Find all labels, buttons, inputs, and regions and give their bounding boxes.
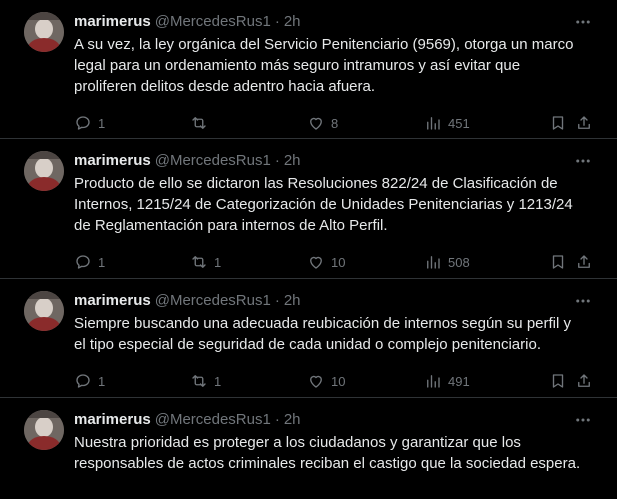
more-horizontal-icon [576,20,590,24]
avatar[interactable] [24,291,64,331]
share-icon [578,255,590,268]
retweet-count: 1 [214,373,222,389]
bookmark-button[interactable] [549,253,567,271]
timestamp[interactable]: 2h [284,12,301,32]
more-options-button[interactable] [573,12,593,32]
reply-icon [76,255,90,269]
tweet-header: marimerus @MercedesRus1 · 2h [74,151,601,171]
heart-icon [310,256,322,269]
reply-count: 1 [98,373,106,389]
display-name[interactable]: marimerus [74,410,151,430]
share-icon [578,116,590,129]
like-count: 10 [331,373,346,389]
more-horizontal-icon [576,159,590,163]
more-horizontal-icon [576,299,590,303]
reply-button[interactable]: 1 [74,372,190,390]
display-name[interactable]: marimerus [74,151,151,171]
separator: · [274,152,280,169]
more-options-button[interactable] [573,291,593,311]
timestamp[interactable]: 2h [284,151,301,171]
tweet-text: Siempre buscando una adecuada reubicació… [74,315,571,353]
user-handle[interactable]: @MercedesRus1 [155,12,271,32]
more-options-button[interactable] [573,410,593,430]
like-button[interactable]: 8 [307,114,424,132]
tweet-header: marimerus @MercedesRus1 · 2h [74,12,601,32]
tweet[interactable]: marimerus @MercedesRus1 · 2h Nuestra pri… [0,398,617,499]
bookmark-button[interactable] [549,114,567,132]
share-button[interactable] [575,372,593,390]
bookmark-icon [552,255,564,269]
tweet-feed: marimerus @MercedesRus1 · 2h A su vez, l… [0,0,617,499]
reply-button[interactable]: 1 [74,253,190,271]
retweet-icon [192,256,206,268]
user-handle[interactable]: @MercedesRus1 [155,291,271,311]
tweet-actions: 1 1 10 508 [74,244,601,280]
retweet-button[interactable] [190,114,307,132]
separator: · [274,411,280,428]
share-icon [578,374,590,387]
views-button[interactable]: 451 [424,114,544,132]
bookmark-icon [552,116,564,130]
views-icon [427,256,440,269]
views-count: 508 [448,254,470,270]
timestamp[interactable]: 2h [284,291,301,311]
retweet-count: 1 [214,254,222,270]
tweet-text: A su vez, la ley orgánica del Servicio P… [74,36,574,95]
like-count: 10 [331,254,346,270]
retweet-icon [192,117,206,129]
retweet-button[interactable]: 1 [190,253,307,271]
reply-icon [76,116,90,130]
avatar[interactable] [24,151,64,191]
tweet[interactable]: marimerus @MercedesRus1 · 2h Producto de… [0,139,617,279]
views-button[interactable]: 508 [424,253,544,271]
more-options-button[interactable] [573,151,593,171]
tweet-header: marimerus @MercedesRus1 · 2h [74,410,601,430]
share-button[interactable] [575,253,593,271]
like-count: 8 [331,115,339,131]
display-name[interactable]: marimerus [74,12,151,32]
reply-count: 1 [98,254,106,270]
reply-button[interactable]: 1 [74,114,190,132]
views-count: 491 [448,373,470,389]
like-button[interactable]: 10 [307,372,424,390]
separator: · [274,13,280,30]
tweet[interactable]: marimerus @MercedesRus1 · 2h A su vez, l… [0,0,617,139]
views-icon [427,117,440,130]
bookmark-button[interactable] [549,372,567,390]
more-horizontal-icon [576,418,590,422]
separator: · [274,292,280,309]
retweet-icon [192,375,206,387]
retweet-button[interactable]: 1 [190,372,307,390]
user-handle[interactable]: @MercedesRus1 [155,151,271,171]
avatar[interactable] [24,12,64,52]
like-button[interactable]: 10 [307,253,424,271]
views-button[interactable]: 491 [424,372,544,390]
views-count: 451 [448,115,470,131]
reply-icon [76,374,90,388]
share-button[interactable] [575,114,593,132]
bookmark-icon [552,374,564,388]
tweet-text: Nuestra prioridad es proteger a los ciud… [74,434,581,472]
tweet-header: marimerus @MercedesRus1 · 2h [74,291,601,311]
views-icon [427,375,440,388]
tweet-actions: 1 1 10 491 [74,363,601,399]
user-handle[interactable]: @MercedesRus1 [155,410,271,430]
reply-count: 1 [98,115,106,131]
timestamp[interactable]: 2h [284,410,301,430]
avatar[interactable] [24,410,64,450]
tweet[interactable]: marimerus @MercedesRus1 · 2h Siempre bus… [0,279,617,398]
heart-icon [310,117,322,130]
tweet-actions: 1 8 451 [74,105,601,141]
display-name[interactable]: marimerus [74,291,151,311]
heart-icon [310,375,322,388]
tweet-text: Producto de ello se dictaron las Resoluc… [74,175,573,234]
